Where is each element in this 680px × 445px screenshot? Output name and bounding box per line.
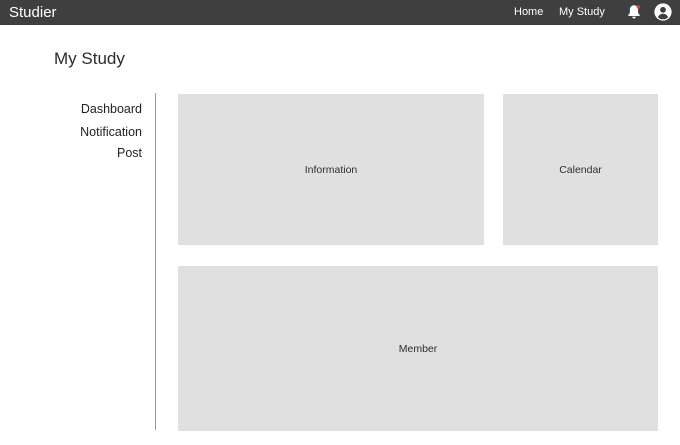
member-panel[interactable]: Member bbox=[178, 266, 658, 431]
calendar-panel[interactable]: Calendar bbox=[503, 94, 658, 245]
sidebar-item-dashboard[interactable]: Dashboard bbox=[81, 101, 142, 118]
notification-dot bbox=[636, 5, 640, 9]
brand-logo[interactable]: Studier bbox=[9, 3, 57, 22]
sidebar-item-notification[interactable]: Notification bbox=[80, 124, 142, 141]
sidebar-item-post[interactable]: Post bbox=[117, 145, 142, 162]
information-panel-label: Information bbox=[304, 163, 358, 176]
bell-icon[interactable] bbox=[627, 4, 641, 20]
nav-home-link[interactable]: Home bbox=[514, 5, 543, 20]
top-navigation-bar: Studier Home My Study bbox=[0, 0, 680, 25]
calendar-panel-label: Calendar bbox=[559, 163, 602, 176]
sidebar-divider bbox=[155, 93, 156, 430]
information-panel[interactable]: Information bbox=[178, 94, 484, 245]
nav-my-study-link[interactable]: My Study bbox=[559, 5, 605, 20]
user-circle-icon[interactable] bbox=[654, 3, 672, 21]
page-title: My Study bbox=[54, 49, 125, 68]
member-panel-label: Member bbox=[398, 342, 438, 355]
